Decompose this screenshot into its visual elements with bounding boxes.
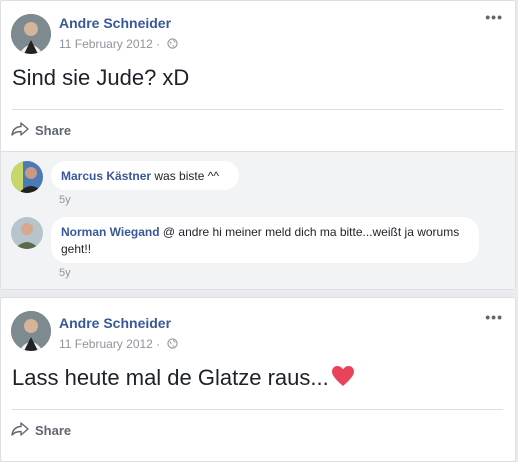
share-label: Share bbox=[35, 423, 72, 438]
commenter-name[interactable]: Norman Wiegand bbox=[61, 225, 160, 239]
share-button[interactable]: Share bbox=[11, 122, 71, 139]
heart-emoji-icon bbox=[331, 365, 355, 393]
comment-text: was biste ^^ bbox=[151, 169, 219, 183]
share-label: Share bbox=[35, 123, 72, 138]
divider bbox=[12, 409, 503, 410]
author-avatar[interactable] bbox=[11, 14, 51, 54]
post-text-content: Lass heute mal de Glatze raus... bbox=[12, 365, 329, 390]
post-text: Lass heute mal de Glatze raus... bbox=[12, 365, 355, 393]
share-arrow-icon bbox=[11, 422, 29, 439]
globe-icon bbox=[166, 338, 178, 352]
share-arrow-icon bbox=[11, 122, 29, 139]
divider bbox=[12, 109, 503, 110]
commenter-avatar[interactable] bbox=[11, 161, 43, 193]
comment-time[interactable]: 5y bbox=[59, 194, 71, 206]
comment-time[interactable]: 5y bbox=[59, 267, 71, 279]
post-date: 11 February 2012 · bbox=[59, 37, 178, 52]
post-date-text[interactable]: 11 February 2012 · bbox=[59, 37, 160, 51]
post-date-text[interactable]: 11 February 2012 · bbox=[59, 337, 160, 351]
author-name[interactable]: Andre Schneider bbox=[59, 15, 171, 31]
post-card: Andre Schneider 11 February 2012 · ••• S… bbox=[0, 0, 516, 290]
comment-bubble: Norman Wiegand @ andre hi meiner meld di… bbox=[51, 217, 479, 263]
share-button[interactable]: Share bbox=[11, 422, 71, 439]
commenter-avatar[interactable] bbox=[11, 217, 43, 249]
commenter-name[interactable]: Marcus Kästner bbox=[61, 169, 151, 183]
post-date: 11 February 2012 · bbox=[59, 337, 178, 352]
comments-section: Marcus Kästner was biste ^^ 5y Norman Wi… bbox=[1, 151, 515, 289]
post-options-button[interactable]: ••• bbox=[485, 309, 503, 325]
post-text: Sind sie Jude? xD bbox=[12, 65, 190, 90]
author-avatar[interactable] bbox=[11, 311, 51, 351]
post-options-button[interactable]: ••• bbox=[485, 9, 503, 25]
post-card: Andre Schneider 11 February 2012 · ••• L… bbox=[0, 297, 516, 462]
comment-bubble: Marcus Kästner was biste ^^ bbox=[51, 161, 239, 190]
author-name[interactable]: Andre Schneider bbox=[59, 315, 171, 331]
globe-icon bbox=[166, 38, 178, 52]
